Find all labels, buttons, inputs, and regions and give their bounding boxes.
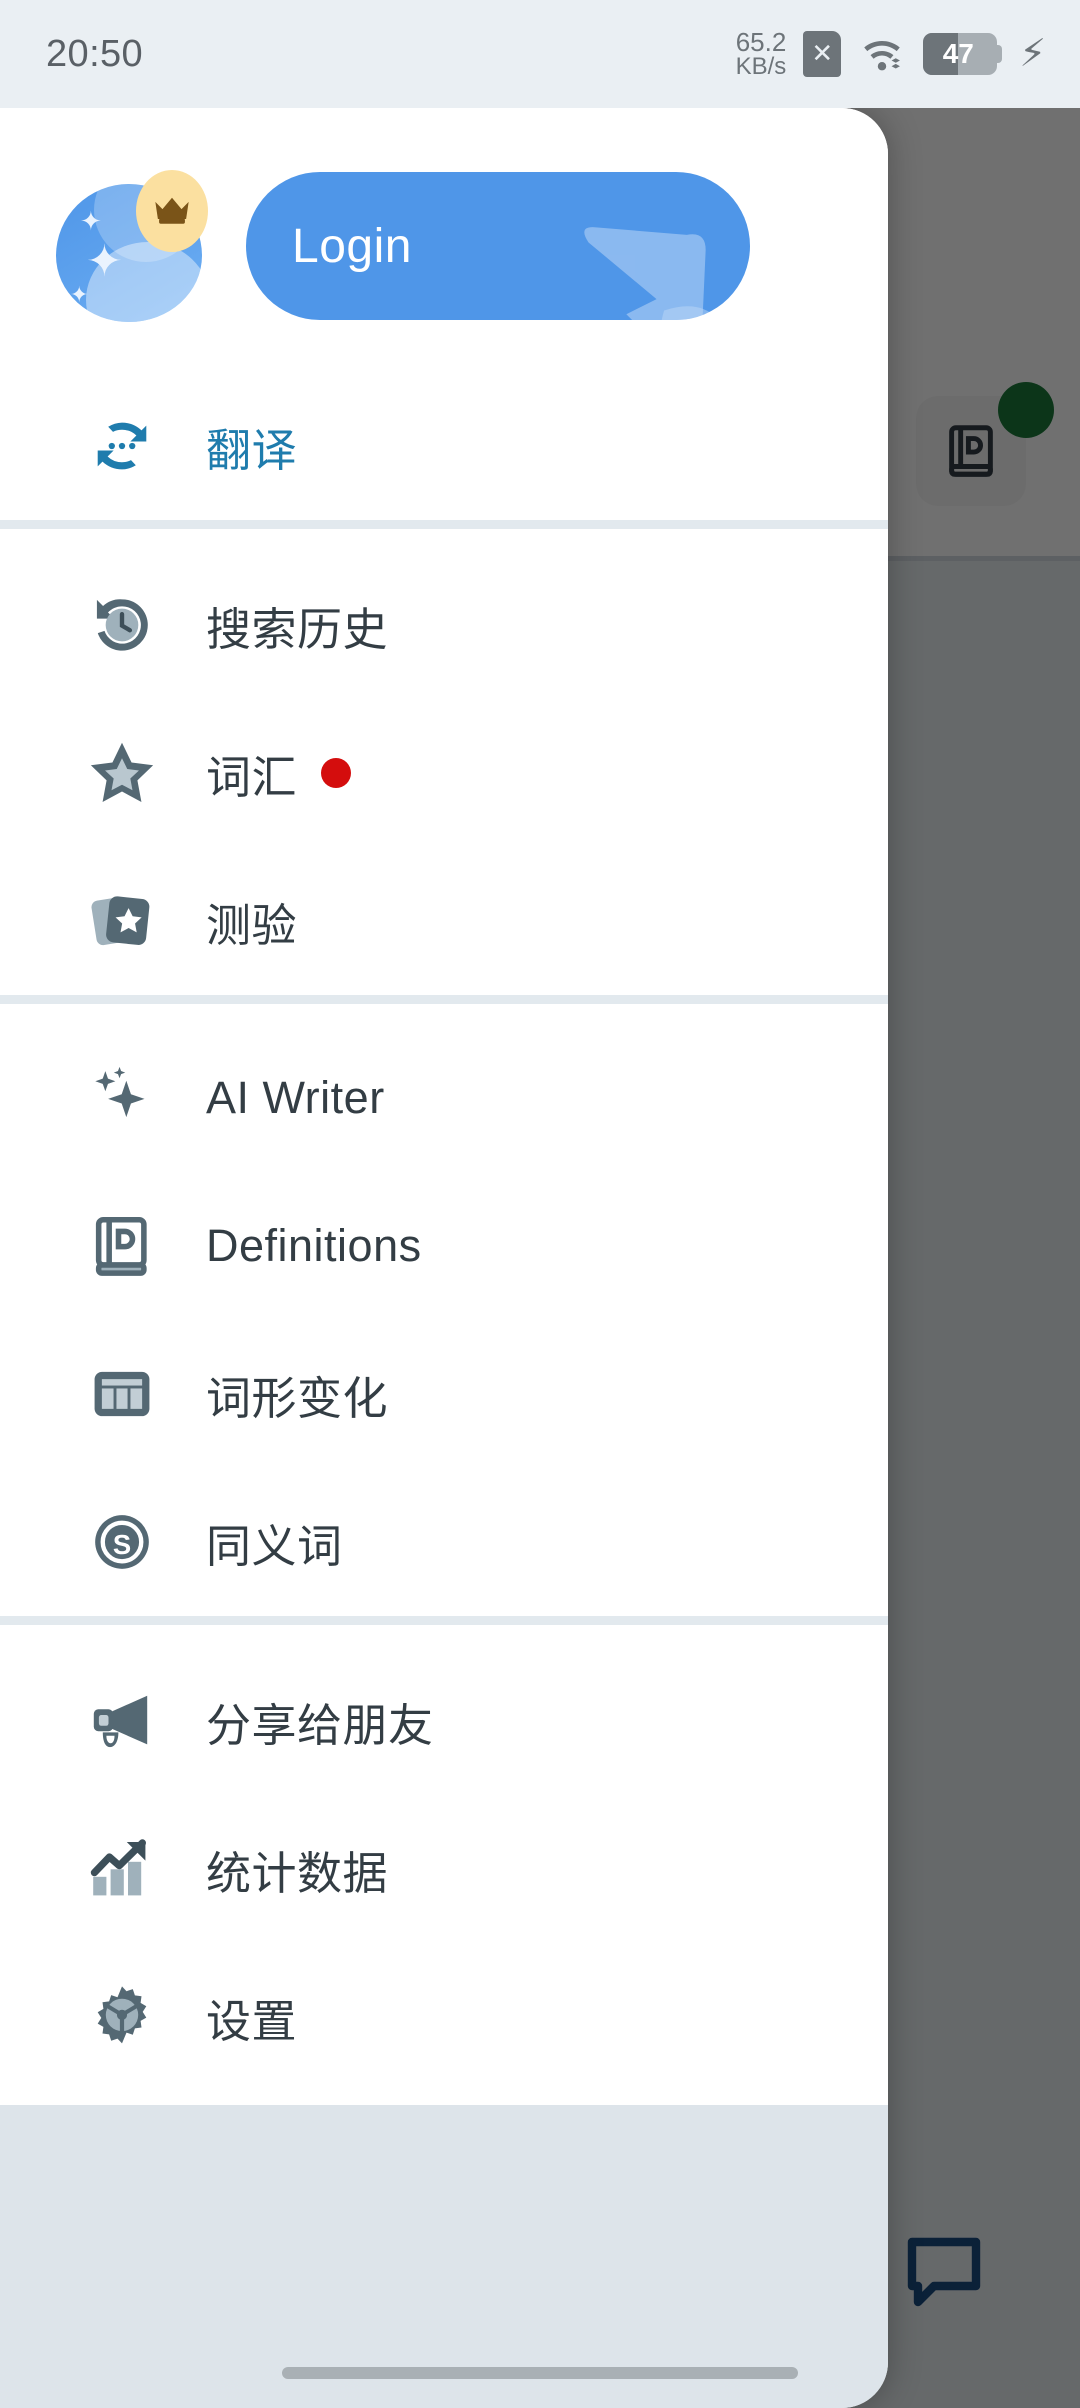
statistics-chart-icon [84, 1831, 160, 1907]
sparkle-icon [84, 1060, 160, 1136]
status-bar: 20:50 65.2 KB/s ✕ 47 ⚡ [0, 0, 1080, 108]
drawer-section-library: 搜索历史 词汇 测验 [0, 551, 888, 995]
battery-level-text: 47 [942, 37, 974, 69]
sparkle-tiny-icon: ✦ [70, 282, 89, 307]
star-icon [84, 735, 160, 811]
avatar[interactable]: ✦ ✦ ✦ [56, 170, 208, 322]
inflection-table-icon [84, 1356, 160, 1432]
sidebar-item-label: 词汇 [206, 741, 352, 806]
login-button[interactable]: Login [246, 172, 750, 320]
home-gesture-pill[interactable] [282, 2367, 798, 2379]
sidebar-item-search-history[interactable]: 搜索历史 [0, 551, 888, 699]
sidebar-item-text: 词汇 [206, 751, 298, 803]
sidebar-item-label: 分享给朋友 [206, 1699, 434, 1751]
drawer-divider-2 [0, 995, 888, 1004]
drawer-section-tools: AI Writer Definitions 词形变化 S 同义词 [0, 1024, 888, 1616]
sidebar-item-definitions[interactable]: Definitions [0, 1172, 888, 1320]
drawer-content: ✦ ✦ ✦ Login 翻译 搜索历史 词汇 测验 AI Writer Defi… [0, 108, 888, 2105]
status-bar-icons: 65.2 KB/s ✕ 47 ⚡ [735, 26, 1046, 81]
sidebar-item-vocabulary[interactable]: 词汇 [0, 699, 888, 847]
status-bar-clock: 20:50 [46, 32, 144, 75]
network-speed-value: 65.2 [735, 26, 787, 57]
svg-text:S: S [113, 1529, 131, 1560]
login-button-label: Login [292, 219, 412, 273]
sparkle-large-icon: ✦ [86, 237, 123, 286]
sidebar-item-label: AI Writer [206, 1072, 385, 1123]
drawer-section-primary: 翻译 [0, 372, 888, 520]
sidebar-item-synonyms[interactable]: S 同义词 [0, 1468, 888, 1616]
sidebar-item-label: Definitions [206, 1220, 422, 1271]
history-clock-icon [84, 587, 160, 663]
navigation-drawer: ✦ ✦ ✦ Login 翻译 搜索历史 词汇 测验 AI Writer Defi… [0, 108, 888, 2408]
flashcards-star-icon [84, 883, 160, 959]
pointing-hand-icon [584, 227, 719, 320]
sim-card-disabled-icon: ✕ [803, 30, 842, 77]
phone-screen: 20:50 65.2 KB/s ✕ 47 ⚡ ✦ ✦ ✦ Login 翻译 搜索… [0, 0, 1080, 2408]
sidebar-item-statistics[interactable]: 统计数据 [0, 1795, 888, 1943]
sidebar-item-label: 同义词 [206, 1520, 343, 1572]
sidebar-item-settings[interactable]: 设置 [0, 1943, 888, 2091]
sidebar-item-share[interactable]: 分享给朋友 [0, 1647, 888, 1795]
drawer-header: ✦ ✦ ✦ Login [0, 108, 888, 322]
sidebar-item-inflections[interactable]: 词形变化 [0, 1320, 888, 1468]
premium-crown-badge [136, 170, 208, 252]
sidebar-item-label: 翻译 [206, 424, 298, 476]
sparkle-small-icon: ✦ [80, 206, 102, 236]
synonym-circle-s-icon: S [84, 1504, 160, 1580]
gear-icon [84, 1979, 160, 2055]
megaphone-icon [84, 1683, 160, 1759]
sidebar-item-quiz[interactable]: 测验 [0, 847, 888, 995]
network-speed-indicator: 65.2 KB/s [735, 26, 787, 81]
drawer-divider-1 [0, 520, 888, 529]
sidebar-item-label: 测验 [206, 899, 298, 951]
crown-icon [155, 197, 189, 224]
sidebar-item-label: 统计数据 [206, 1847, 389, 1899]
sidebar-item-text: 搜索历史 [206, 603, 389, 655]
wifi-icon [864, 41, 901, 71]
sidebar-item-label: 词形变化 [206, 1372, 389, 1424]
sidebar-item-label: 搜索历史 [206, 593, 388, 658]
drawer-section-misc: 分享给朋友 统计数据 设置 [0, 1647, 888, 2091]
translate-icon [84, 408, 160, 484]
network-speed-unit: KB/s [735, 53, 787, 81]
charging-bolt-icon: ⚡ [1019, 32, 1046, 75]
sidebar-item-translate[interactable]: 翻译 [0, 372, 888, 520]
sidebar-item-ai-writer[interactable]: AI Writer [0, 1024, 888, 1172]
sidebar-item-label: 设置 [206, 1995, 298, 2047]
dictionary-book-icon [84, 1208, 160, 1284]
navigation-bar [0, 2338, 1080, 2408]
unread-badge-dot [321, 758, 352, 788]
battery-indicator: 47 [923, 32, 998, 75]
drawer-divider-3 [0, 1616, 888, 1625]
